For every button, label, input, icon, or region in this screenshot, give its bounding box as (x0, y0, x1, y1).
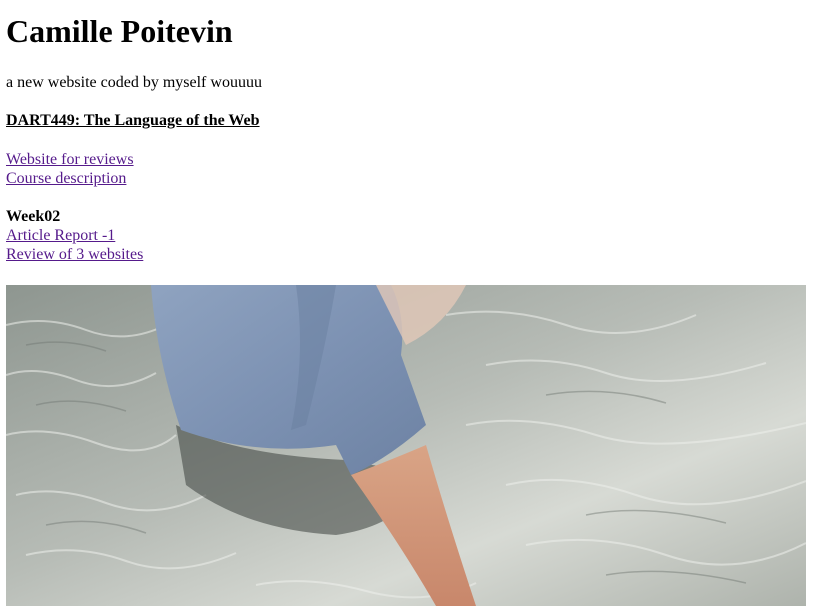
page-title: Camille Poitevin (6, 13, 233, 49)
article-report-link[interactable]: Article Report -1 (6, 226, 143, 245)
week-heading: Week02 (6, 208, 61, 225)
website-for-reviews-link[interactable]: Website for reviews (6, 150, 134, 169)
course-heading: DART449: The Language of the Web (6, 112, 260, 129)
course-description-link[interactable]: Course description (6, 169, 134, 188)
week-links: Article Report -1 Review of 3 websites (6, 226, 143, 264)
water-photo-illustration (6, 285, 806, 606)
course-links: Website for reviews Course description (6, 150, 134, 188)
hero-photo (6, 285, 806, 606)
page-subtitle: a new website coded by myself wouuuu (6, 74, 262, 91)
review-of-websites-link[interactable]: Review of 3 websites (6, 245, 143, 264)
